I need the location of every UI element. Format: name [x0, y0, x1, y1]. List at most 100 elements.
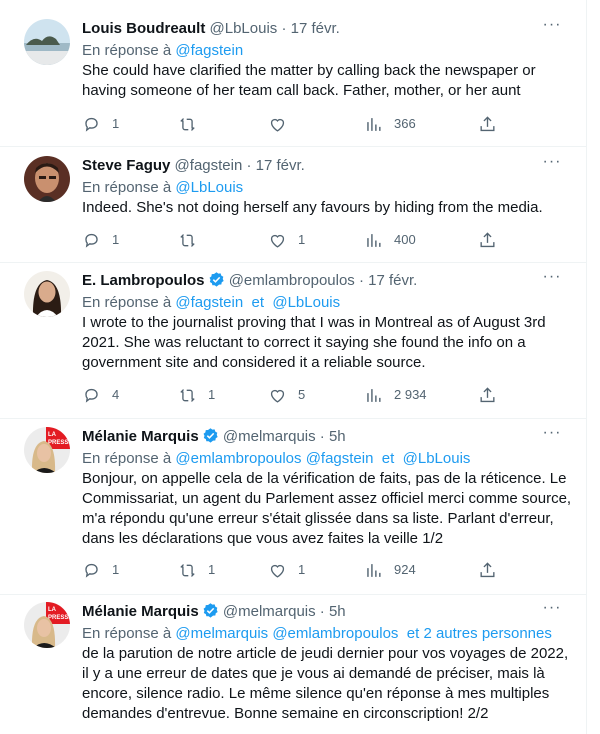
view-count: 366 — [394, 116, 416, 131]
timestamp[interactable]: 5h — [329, 603, 346, 620]
svg-text:PRESSE: PRESSE — [48, 440, 70, 446]
avatar[interactable]: LA PRESSE — [24, 602, 70, 648]
reply-icon — [85, 233, 98, 248]
timestamp[interactable]: 17 févr. — [256, 157, 305, 174]
tweet[interactable]: LA PRESSE Mélanie Marquis @melmarquis · … — [0, 594, 586, 734]
views-button[interactable]: 400 — [364, 229, 416, 251]
more-options-icon[interactable]: ··· — [542, 17, 562, 39]
author-handle[interactable]: @emlambropoulos — [229, 272, 355, 289]
verified-badge-icon — [208, 271, 225, 288]
views-button[interactable]: 924 — [364, 559, 416, 581]
reply-to-link[interactable]: @fagstein et @LbLouis — [175, 294, 340, 311]
tweet-text: She could have clarified the matter by c… — [82, 62, 536, 99]
like-count: 5 — [298, 387, 306, 402]
reply-button[interactable]: 1 — [82, 229, 119, 251]
reply-to-link[interactable]: @LbLouis — [175, 179, 243, 196]
tweet-header: Steve Faguy @fagstein · 17 févr. — [82, 156, 572, 176]
like-button[interactable]: 5 — [268, 384, 305, 406]
timestamp[interactable]: 17 févr. — [291, 20, 340, 37]
more-options-icon[interactable]: ··· — [542, 269, 562, 291]
avatar[interactable] — [24, 156, 70, 202]
tweet[interactable]: E. Lambropoulos @emlambropoulos · 17 fév… — [0, 262, 586, 419]
reply-to-link[interactable]: @fagstein — [175, 42, 243, 59]
la-presse-logo-text: LA — [48, 607, 57, 613]
retweet-button[interactable]: 1 — [178, 384, 215, 406]
timestamp[interactable]: 5h — [329, 428, 346, 445]
reply-button[interactable]: 1 — [82, 559, 119, 581]
author-name[interactable]: Mélanie Marquis — [82, 428, 199, 445]
reply-count: 1 — [112, 232, 120, 247]
avatar[interactable] — [24, 271, 70, 317]
reply-context: En réponse à @melmarquis @emlambropoulos… — [82, 624, 572, 644]
avatar[interactable] — [24, 19, 70, 65]
like-button[interactable]: 1 — [268, 559, 305, 581]
reply-prefix: En réponse à — [82, 179, 172, 196]
author-handle[interactable]: @melmarquis — [223, 428, 316, 445]
reply-context: En réponse à @fagstein — [82, 41, 572, 61]
timestamp[interactable]: 17 févr. — [368, 272, 417, 289]
author-handle[interactable]: @fagstein — [175, 157, 243, 174]
separator-dot: · — [319, 603, 325, 620]
heart-icon — [270, 118, 285, 132]
reply-count: 1 — [112, 116, 120, 131]
avatar[interactable]: LA PRESSE — [24, 427, 70, 473]
retweet-icon — [180, 563, 195, 577]
author-name[interactable]: Mélanie Marquis — [82, 603, 199, 620]
author-handle[interactable]: @LbLouis — [210, 20, 278, 37]
reply-icon — [85, 388, 98, 403]
more-options-icon[interactable]: ··· — [542, 425, 562, 447]
share-button[interactable] — [478, 384, 497, 406]
retweet-icon — [180, 117, 195, 131]
verified-badge-icon — [202, 427, 219, 444]
tweet-header: Louis Boudreault @LbLouis · 17 févr. — [82, 19, 572, 39]
share-icon — [480, 115, 495, 131]
like-button[interactable] — [268, 113, 298, 135]
retweet-button[interactable] — [178, 113, 208, 135]
more-options-icon[interactable]: ··· — [542, 600, 562, 622]
retweet-count: 1 — [208, 387, 216, 402]
heart-icon — [270, 389, 285, 403]
reply-prefix: En réponse à — [82, 625, 172, 642]
reply-count: 1 — [112, 562, 120, 577]
tweet-actions: 4 1 5 2 934 — [82, 384, 586, 406]
reply-to-link[interactable]: @melmarquis @emlambropoulos et 2 autres … — [175, 625, 551, 642]
reply-button[interactable]: 1 — [82, 113, 119, 135]
tweet[interactable]: LA PRESSE Mélanie Marquis @melmarquis · … — [0, 418, 586, 595]
share-button[interactable] — [478, 559, 497, 581]
heart-icon — [270, 564, 285, 578]
reply-to-link[interactable]: @emlambropoulos @fagstein et @LbLouis — [175, 450, 470, 467]
tweet-header: Mélanie Marquis @melmarquis · 5h — [82, 427, 572, 447]
svg-text:PRESSE: PRESSE — [48, 615, 70, 621]
share-button[interactable] — [478, 113, 497, 135]
like-button[interactable]: 1 — [268, 229, 305, 251]
tweet-actions: 1 1 400 — [82, 229, 586, 251]
retweet-button[interactable]: 1 — [178, 559, 215, 581]
avatar-la-presse-image: LA PRESSE — [24, 427, 70, 473]
tweet-text: I wrote to the journalist proving that I… — [82, 314, 546, 371]
views-button[interactable]: 2 934 — [364, 384, 427, 406]
author-handle[interactable]: @melmarquis — [223, 603, 316, 620]
reply-button[interactable]: 4 — [82, 384, 119, 406]
views-button[interactable]: 366 — [364, 113, 416, 135]
like-count: 1 — [298, 232, 306, 247]
views-icon — [367, 117, 381, 131]
reply-icon — [85, 117, 98, 132]
reply-prefix: En réponse à — [82, 294, 172, 311]
author-name[interactable]: Steve Faguy — [82, 157, 170, 174]
share-button[interactable] — [478, 229, 497, 251]
author-name[interactable]: E. Lambropoulos — [82, 272, 205, 289]
reply-icon — [85, 563, 98, 578]
retweet-button[interactable] — [178, 229, 208, 251]
tweet-text: de la parution de notre article de jeudi… — [82, 645, 569, 722]
reply-count: 4 — [112, 387, 120, 402]
more-options-icon[interactable]: ··· — [542, 154, 562, 176]
share-icon — [480, 386, 495, 402]
retweet-icon — [180, 388, 195, 402]
tweet[interactable]: Louis Boudreault @LbLouis · 17 févr. ···… — [0, 0, 586, 147]
verified-badge-icon — [202, 602, 219, 619]
author-name[interactable]: Louis Boudreault — [82, 20, 205, 37]
avatar-la-presse-image: LA PRESSE — [24, 602, 70, 648]
separator-dot: · — [319, 428, 325, 445]
separator-dot: · — [246, 157, 252, 174]
tweet[interactable]: Steve Faguy @fagstein · 17 févr. ··· En … — [0, 146, 586, 263]
